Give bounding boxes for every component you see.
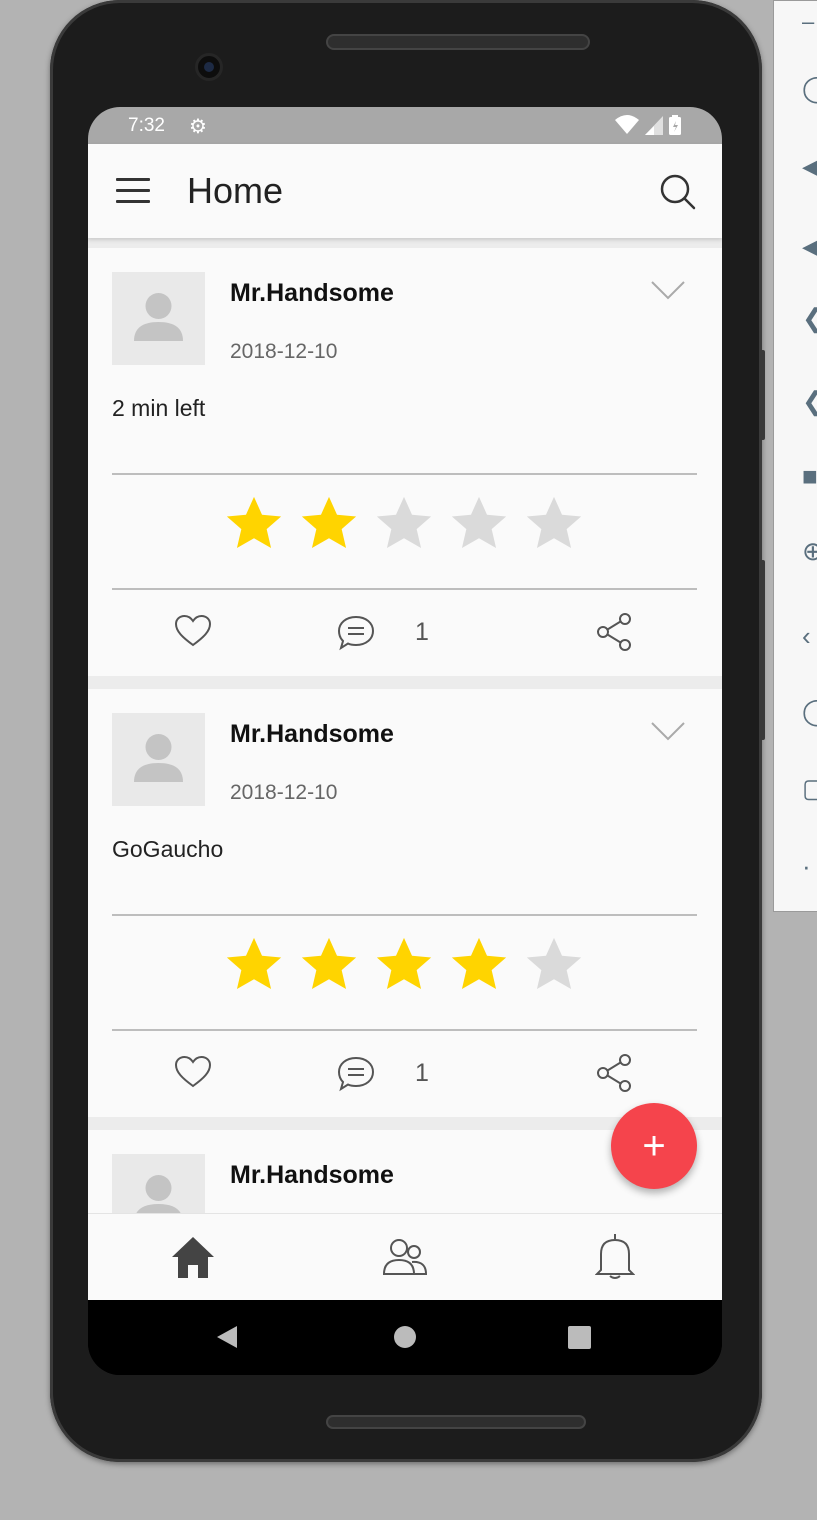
user-placeholder-icon xyxy=(134,293,183,341)
app-bar: Home xyxy=(88,144,722,238)
volume-button xyxy=(760,560,765,740)
avatar[interactable] xyxy=(112,1154,205,1213)
post-feed[interactable]: Mr.Handsome 2018-12-10 2 min left 1 Mr.H… xyxy=(88,238,722,1213)
heart-icon[interactable] xyxy=(174,614,212,648)
status-time: 7:32 xyxy=(128,115,165,136)
star-icon[interactable] xyxy=(223,934,285,996)
comment-icon[interactable] xyxy=(336,614,376,652)
post-card: Mr.Handsome 2018-12-10 2 min left 1 xyxy=(88,248,722,676)
star-icon[interactable] xyxy=(373,493,435,555)
people-icon[interactable] xyxy=(381,1236,429,1278)
post-author[interactable]: Mr.Handsome xyxy=(230,279,394,308)
home-icon[interactable]: ◯ xyxy=(802,696,817,727)
comment-icon[interactable] xyxy=(336,1055,376,1093)
star-icon[interactable] xyxy=(523,493,585,555)
star-icon[interactable] xyxy=(298,493,360,555)
star-icon[interactable] xyxy=(523,934,585,996)
camera-icon[interactable]: ■ xyxy=(802,461,817,492)
device-screen: 7:32 ⚙ Home Mr.Handsome 2018-12-10 2 min… xyxy=(88,107,722,1375)
earpiece-speaker xyxy=(326,34,590,50)
star-rating[interactable] xyxy=(223,934,585,996)
menu-icon[interactable] xyxy=(116,178,150,204)
divider xyxy=(112,588,697,590)
star-icon[interactable] xyxy=(373,934,435,996)
volume-down-icon[interactable]: ◀ xyxy=(802,231,817,262)
bottom-speaker xyxy=(326,1415,586,1429)
post-actions: 1 xyxy=(88,1045,722,1105)
divider xyxy=(112,473,697,475)
page-title: Home xyxy=(187,170,284,211)
post-text: 2 min left xyxy=(112,395,206,421)
divider xyxy=(112,1029,697,1031)
overview-icon[interactable]: ▢ xyxy=(802,773,817,804)
post-author[interactable]: Mr.Handsome xyxy=(230,1161,394,1190)
chevron-down-icon[interactable] xyxy=(650,721,686,741)
avatar[interactable] xyxy=(112,713,205,806)
chevron-down-icon[interactable] xyxy=(650,280,686,300)
divider xyxy=(112,914,697,916)
home-button-icon[interactable] xyxy=(394,1326,416,1348)
rotate-left-icon[interactable]: ❮ xyxy=(802,303,817,334)
search-icon[interactable] xyxy=(658,172,698,212)
star-rating[interactable] xyxy=(223,493,585,555)
gear-icon: ⚙ xyxy=(189,116,207,138)
front-camera xyxy=(195,53,223,81)
star-icon[interactable] xyxy=(223,493,285,555)
comment-count: 1 xyxy=(415,1059,429,1087)
add-post-button[interactable]: + xyxy=(611,1103,697,1189)
user-placeholder-icon xyxy=(134,734,183,782)
wifi-icon xyxy=(615,115,639,134)
star-icon[interactable] xyxy=(448,493,510,555)
post-date: 2018-12-10 xyxy=(230,781,338,804)
bottom-navigation xyxy=(88,1213,722,1300)
home-icon[interactable] xyxy=(169,1234,217,1280)
more-icon[interactable]: · xyxy=(802,851,811,882)
post-actions: 1 xyxy=(88,604,722,664)
emulator-toolbar: – ◯ ◀ ◀ ❮ ❮ ■ ⊕ ‹ ◯ ▢ · xyxy=(773,0,817,912)
post-date: 2018-12-10 xyxy=(230,340,338,363)
signal-icon xyxy=(645,116,663,135)
power-icon[interactable]: ◯ xyxy=(802,73,817,104)
add-icon: + xyxy=(642,1123,666,1168)
power-button xyxy=(760,350,765,440)
heart-icon[interactable] xyxy=(174,1055,212,1089)
share-icon[interactable] xyxy=(595,612,635,652)
back-icon[interactable] xyxy=(215,1324,239,1350)
star-icon[interactable] xyxy=(298,934,360,996)
share-icon[interactable] xyxy=(595,1053,635,1093)
star-icon[interactable] xyxy=(448,934,510,996)
comment-count: 1 xyxy=(415,618,429,646)
system-navigation-bar xyxy=(88,1300,722,1375)
volume-up-icon[interactable]: ◀ xyxy=(802,151,817,182)
back-icon[interactable]: ‹ xyxy=(802,621,811,652)
post-card: Mr.Handsome 2018-12-10 GoGaucho 1 xyxy=(88,689,722,1117)
bell-icon[interactable] xyxy=(595,1232,635,1280)
minimize-icon[interactable]: – xyxy=(802,9,814,35)
post-author[interactable]: Mr.Handsome xyxy=(230,720,394,749)
avatar[interactable] xyxy=(112,272,205,365)
battery-icon xyxy=(669,115,681,135)
rotate-right-icon[interactable]: ❮ xyxy=(802,386,817,417)
user-placeholder-icon xyxy=(136,1175,181,1213)
status-icons xyxy=(614,114,682,136)
recent-apps-icon[interactable] xyxy=(568,1326,591,1349)
zoom-icon[interactable]: ⊕ xyxy=(802,536,817,567)
post-text: GoGaucho xyxy=(112,836,224,862)
status-bar: 7:32 ⚙ xyxy=(88,107,722,144)
